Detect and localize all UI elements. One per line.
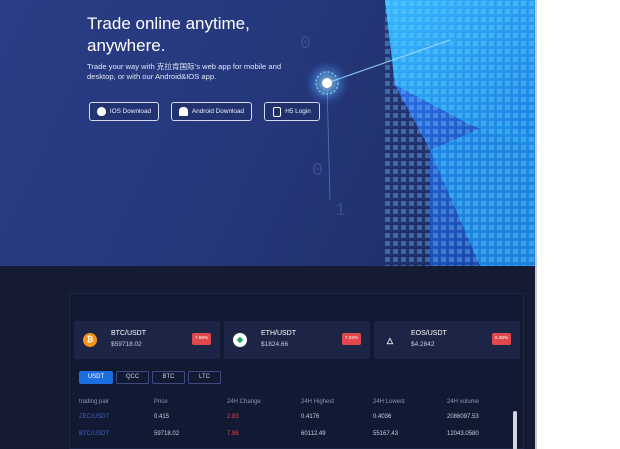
apple-icon [96, 107, 106, 116]
tab-usdt[interactable]: USDT [79, 371, 113, 384]
shield-icon [273, 106, 282, 117]
table-cell-highest: 0.4176 [301, 414, 320, 420]
table-cell-price: 59718.02 [154, 431, 180, 437]
table-cell-lowest: 55167.43 [373, 431, 399, 437]
svg-text:0: 0 [312, 161, 323, 181]
ticker-change-badge: 6.36% [492, 333, 511, 345]
table-cell-change: 2.83 [227, 414, 239, 420]
ticker-card-btc[interactable]: ₿ BTC/USDT $59718.02 7.96% [74, 321, 220, 359]
ticker-change-badge: 7.96% [192, 333, 211, 345]
hero-title: Trade online anytime, anywhere. [87, 14, 250, 55]
ticker-card-eos[interactable]: △ EOS/USDT $4.2842 6.36% [374, 321, 520, 359]
ios-download-button[interactable]: IOS Download [89, 102, 159, 121]
ethereum-icon: ◆ [233, 333, 247, 347]
ios-download-label: IOS Download [109, 108, 152, 115]
table-row-pair[interactable]: BTC/USDT [79, 431, 109, 437]
tab-btc[interactable]: BTC [152, 371, 185, 384]
tab-ltc[interactable]: LTC [188, 371, 221, 384]
android-icon [178, 107, 188, 116]
ticker-change-badge: 7.02% [342, 333, 361, 345]
table-cell-highest: 60112.49 [301, 431, 326, 437]
table-cell-lowest: 0.4036 [373, 414, 392, 420]
bitcoin-icon: ₿ [83, 333, 97, 347]
h5-login-label: H5 Login [285, 108, 311, 115]
hero-banner: 0 1 0 1 Trade online anytime, anywhere. … [0, 0, 537, 266]
window-border [535, 0, 537, 449]
tab-qcc[interactable]: QCC [116, 371, 149, 384]
market-panel: ₿ BTC/USDT $59718.02 7.96% ◆ ETH/USDT $1… [69, 293, 524, 449]
eos-icon: △ [383, 333, 397, 347]
ticker-pair: BTC/USDT [111, 330, 146, 337]
table-cell-volume: 2086097.53 [447, 414, 479, 420]
column-header-volume[interactable]: 24H volume [447, 399, 479, 405]
hero-description: Trade your way with 克拉肯国际's web app for … [87, 62, 282, 81]
column-header-price[interactable]: Price [154, 399, 168, 405]
column-header-lowest[interactable]: 24H Lowest [373, 399, 405, 405]
ticker-price: $1824.66 [261, 341, 289, 348]
h5-login-button[interactable]: H5 Login [264, 102, 320, 121]
android-download-label: Android Download [191, 108, 245, 115]
android-download-button[interactable]: Android Download [171, 102, 252, 121]
table-scrollbar[interactable] [513, 411, 517, 449]
column-header-pair[interactable]: trading pair [79, 399, 109, 405]
screenshot: 0 1 0 1 Trade online anytime, anywhere. … [0, 0, 620, 449]
browser-viewport: 0 1 0 1 Trade online anytime, anywhere. … [0, 0, 537, 449]
ticker-card-eth[interactable]: ◆ ETH/USDT $1824.66 7.02% [224, 321, 370, 359]
ticker-pair: ETH/USDT [261, 330, 296, 337]
ticker-price: $59718.02 [111, 341, 142, 348]
table-cell-change: 7.96 [227, 431, 239, 437]
table-cell-price: 0.415 [154, 414, 170, 420]
ticker-price: $4.2842 [411, 341, 435, 348]
ticker-pair: EOS/USDT [411, 330, 447, 337]
table-row-pair[interactable]: ZEC/USDT [79, 414, 109, 420]
column-header-change[interactable]: 24H Change [227, 399, 261, 405]
svg-text:1: 1 [335, 201, 346, 221]
column-header-highest[interactable]: 24H Highest [301, 399, 334, 405]
table-cell-volume: 12043.0580 [447, 431, 479, 437]
